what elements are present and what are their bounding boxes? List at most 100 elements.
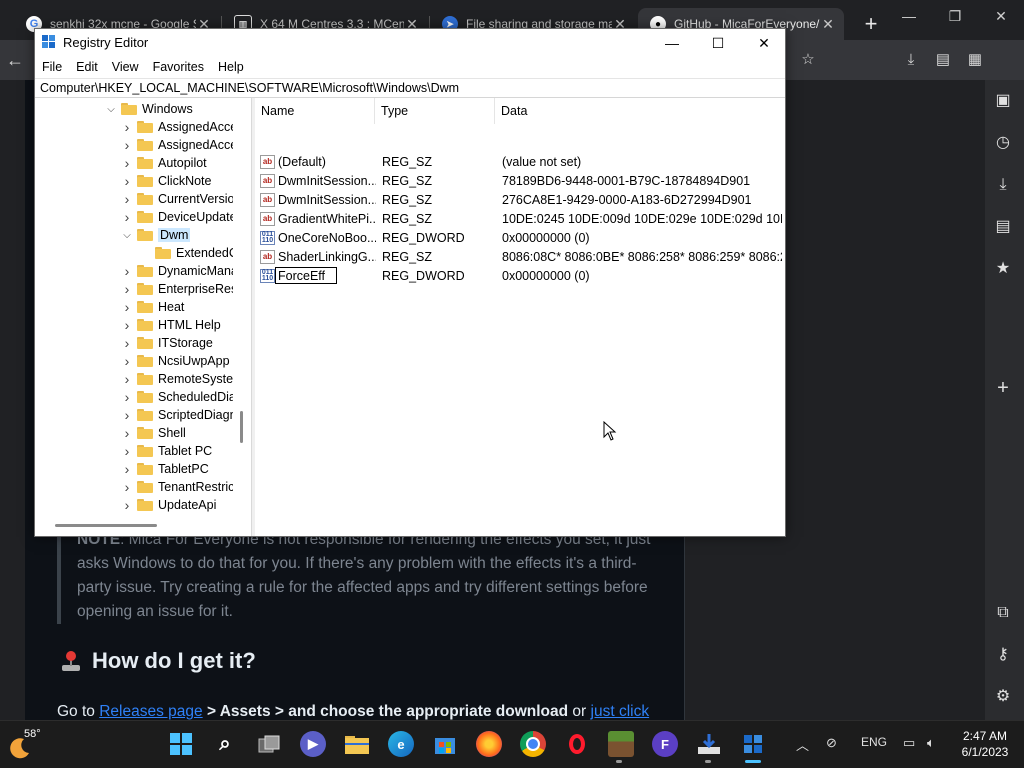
close-tab-icon[interactable]: ✕ xyxy=(820,16,836,33)
collapsed-chevron-icon[interactable]: › xyxy=(121,317,133,333)
tree-node[interactable]: › ScriptedDiagn xyxy=(121,406,237,424)
tree-node[interactable]: › ScheduledDiag xyxy=(121,388,243,406)
collapsed-chevron-icon[interactable]: › xyxy=(121,461,133,477)
downloads-icon[interactable]: ⤓ xyxy=(992,174,1014,196)
tree-node[interactable]: › UpdateApi xyxy=(121,496,217,514)
tree-node[interactable]: › Autopilot xyxy=(121,154,207,172)
collapsed-chevron-icon[interactable]: › xyxy=(121,443,133,459)
tree-node[interactable]: › TabletPC xyxy=(121,460,209,478)
tree-horizontal-scrollbar[interactable] xyxy=(35,519,233,536)
tree-node[interactable]: › TenantRestrict xyxy=(121,478,238,496)
collapsed-chevron-icon[interactable]: › xyxy=(121,371,133,387)
collapsed-chevron-icon[interactable]: › xyxy=(121,479,133,495)
store-icon[interactable] xyxy=(432,731,458,757)
collapsed-chevron-icon[interactable]: › xyxy=(121,335,133,351)
tree-scroll-thumb[interactable] xyxy=(240,411,243,443)
weather-widget[interactable]: 58° xyxy=(8,728,48,762)
opera-icon[interactable] xyxy=(564,731,590,757)
collapsed-chevron-icon[interactable]: › xyxy=(121,263,133,279)
tree-node[interactable]: ExtendedCo xyxy=(139,244,245,262)
column-header-type[interactable]: Type xyxy=(375,98,495,124)
collapsed-chevron-icon[interactable]: › xyxy=(121,155,133,171)
value-row[interactable]: ab (Default) REG_SZ (value not set) xyxy=(255,153,785,172)
tree-node[interactable]: › Heat xyxy=(121,298,185,316)
value-row[interactable]: 011 110 OneCoreNoBoo... REG_DWORD 0x00000000… xyxy=(255,229,785,248)
collapsed-chevron-icon[interactable]: › xyxy=(121,137,133,153)
download-icon[interactable]: ⤓ xyxy=(900,50,922,70)
clock[interactable]: 2:47 AM 6/1/2023 xyxy=(952,728,1018,760)
collapsed-chevron-icon[interactable]: › xyxy=(121,209,133,225)
language-indicator[interactable]: ENG xyxy=(861,735,887,749)
app-f-icon[interactable]: F xyxy=(652,731,678,757)
menu-view[interactable]: View xyxy=(105,57,146,78)
close-icon[interactable]: ✕ xyxy=(741,29,785,57)
value-row[interactable]: ab DwmInitSession... REG_SZ 276CA8E1-9429-0… xyxy=(255,191,785,210)
restore-browser-icon[interactable]: ❐ xyxy=(932,4,978,28)
value-row-editing[interactable]: 011110 REG_DWORD 0x00000000 (0) xyxy=(255,267,785,286)
collapsed-chevron-icon[interactable]: › xyxy=(121,389,133,405)
expanded-chevron-icon[interactable]: ⌵ xyxy=(105,104,117,115)
close-browser-icon[interactable]: ✕ xyxy=(978,4,1024,28)
collapsed-chevron-icon[interactable]: › xyxy=(121,191,133,207)
tree-node[interactable]: › RemoteSystem xyxy=(121,370,244,388)
value-row[interactable]: ab DwmInitSession... REG_SZ 78189BD6-9448-0… xyxy=(255,172,785,191)
column-header-name[interactable]: Name xyxy=(255,98,375,124)
collapsed-chevron-icon[interactable]: › xyxy=(121,353,133,369)
registry-editor-taskbar-icon[interactable] xyxy=(740,731,766,757)
releases-page-link[interactable]: Releases page xyxy=(99,703,202,720)
display-icon[interactable]: ▭ xyxy=(903,735,915,751)
menu-favorites[interactable]: Favorites xyxy=(146,57,211,78)
volume-icon[interactable]: 🔈︎ xyxy=(927,735,935,751)
tree-node[interactable]: › Shell xyxy=(121,424,186,442)
tree-node[interactable]: › AssignedAcce xyxy=(121,136,238,154)
search-icon[interactable]: ⌕ xyxy=(212,731,238,757)
menu-help[interactable]: Help xyxy=(211,57,251,78)
tree-node[interactable]: › AssignedAcce xyxy=(121,118,238,136)
sidebar-toggle-icon[interactable]: ▤ xyxy=(932,50,954,70)
network-off-icon[interactable]: ⊘ xyxy=(826,735,837,751)
start-windows-icon[interactable] xyxy=(168,731,194,757)
favorites-star-icon[interactable]: ★ xyxy=(992,258,1014,280)
file-explorer-icon[interactable] xyxy=(344,731,370,757)
collapsed-chevron-icon[interactable]: › xyxy=(121,497,133,513)
back-arrow-icon[interactable]: ← xyxy=(4,50,26,70)
tree-node[interactable]: › HTML Help xyxy=(121,316,221,334)
chrome-icon[interactable] xyxy=(520,731,546,757)
tree-node-selected[interactable]: ⌵ Dwm xyxy=(121,226,191,244)
tree-node[interactable]: › DeviceUpdate xyxy=(121,208,237,226)
new-tab-button[interactable]: + xyxy=(859,12,883,36)
collapsed-chevron-icon[interactable]: › xyxy=(121,407,133,423)
collapsed-chevron-icon[interactable]: › xyxy=(121,425,133,441)
task-view-icon[interactable] xyxy=(256,731,282,757)
show-hidden-icons-chevron-up-icon[interactable]: ︿ xyxy=(796,735,809,754)
settings-gear-icon[interactable]: ⚙ xyxy=(992,686,1014,708)
history-icon[interactable]: ◷ xyxy=(992,132,1014,154)
briefcase-icon[interactable]: ▣ xyxy=(992,90,1014,112)
tree-node[interactable]: › DynamicMana xyxy=(121,262,238,280)
collapsed-chevron-icon[interactable]: › xyxy=(121,119,133,135)
extensions-icon[interactable]: ⧉ xyxy=(992,602,1014,624)
maximize-icon[interactable]: ☐ xyxy=(695,29,741,57)
wallet-icon[interactable]: ▤ xyxy=(992,216,1014,238)
minecraft-icon[interactable] xyxy=(608,731,634,757)
expanded-chevron-icon[interactable]: ⌵ xyxy=(121,230,133,241)
column-header-data[interactable]: Data xyxy=(495,98,785,124)
menu-edit[interactable]: Edit xyxy=(69,57,105,78)
downloader-app-icon[interactable] xyxy=(696,731,722,757)
edge-icon[interactable]: e xyxy=(388,731,414,757)
collapsed-chevron-icon[interactable]: › xyxy=(121,281,133,297)
tree-node[interactable]: › EnterpriseResc xyxy=(121,280,244,298)
add-sidebar-app-icon[interactable]: + xyxy=(992,377,1014,399)
value-row[interactable]: ab ShaderLinkingG... REG_SZ 8086:08C* 8086:… xyxy=(255,248,785,267)
menu-file[interactable]: File xyxy=(35,57,69,78)
tree-vertical-scrollbar[interactable] xyxy=(233,98,251,523)
collapsed-chevron-icon[interactable]: › xyxy=(121,173,133,189)
value-row[interactable]: ab GradientWhitePi... REG_SZ 10DE:0245 10DE… xyxy=(255,210,785,229)
collections-icon[interactable]: ▦ xyxy=(964,50,986,70)
just-click-link[interactable]: just click xyxy=(591,703,650,720)
tree-node[interactable]: › CurrentVersior xyxy=(121,190,239,208)
address-bar[interactable]: Computer\HKEY_LOCAL_MACHINE\SOFTWARE\Mic… xyxy=(35,78,785,98)
key-icon[interactable]: ⚷ xyxy=(992,644,1014,666)
bookmark-star-icon[interactable]: ☆ xyxy=(797,50,819,70)
collapsed-chevron-icon[interactable]: › xyxy=(121,299,133,315)
